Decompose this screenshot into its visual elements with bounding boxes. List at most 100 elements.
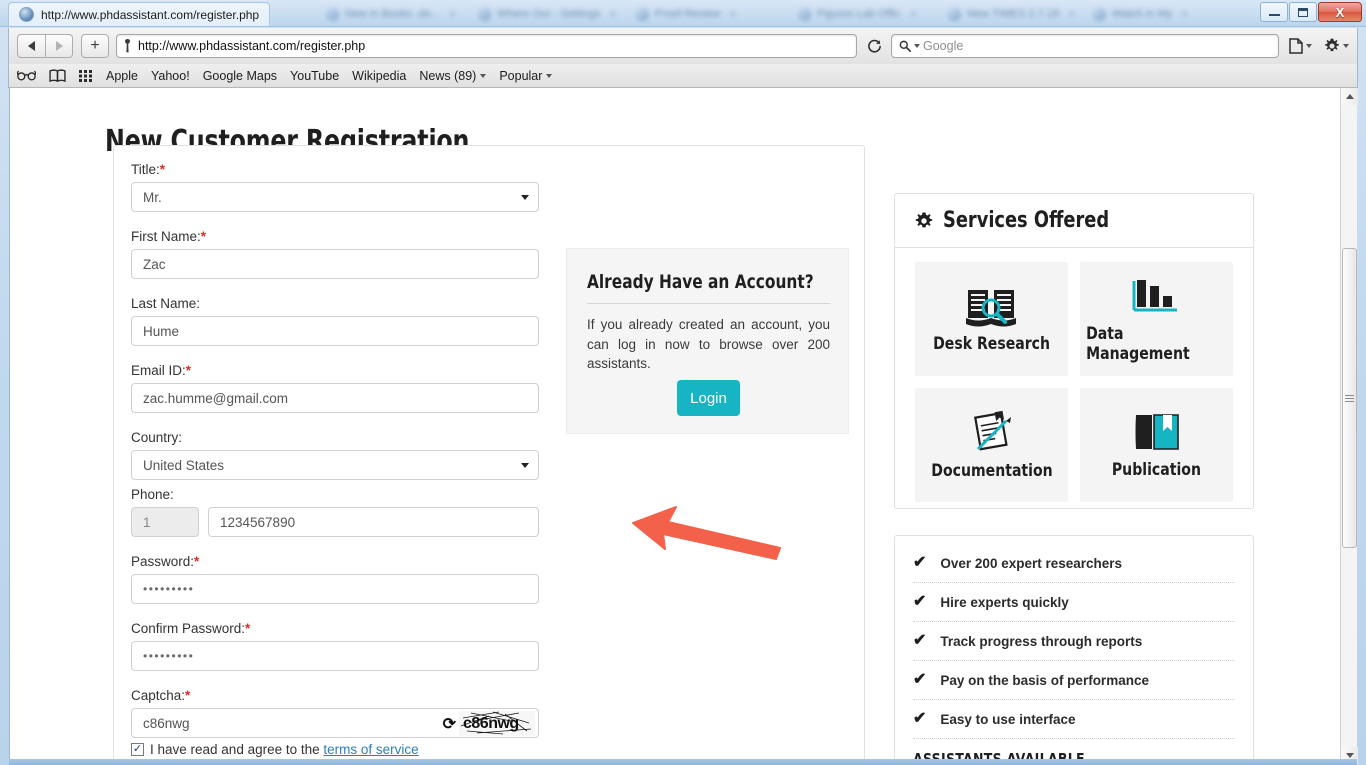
select-value: Mr. xyxy=(143,189,162,205)
input-value: ••••••••• xyxy=(143,582,195,596)
background-tab[interactable]: New in Books .do... x xyxy=(318,3,463,25)
forward-button[interactable] xyxy=(45,34,73,58)
bookmark-apple[interactable]: Apple xyxy=(106,69,138,83)
password-input[interactable]: ••••••••• xyxy=(131,574,539,604)
reader-glasses-icon[interactable] xyxy=(17,70,36,81)
close-icon[interactable]: x xyxy=(730,8,736,20)
url-text: http://www.phdassistant.com/register.php xyxy=(138,39,366,53)
tab-label: Watch in My xyxy=(1112,8,1173,20)
vertical-scrollbar[interactable] xyxy=(1340,88,1358,764)
terms-text-before: I have read and agree to the xyxy=(150,742,324,757)
settings-button[interactable] xyxy=(1324,38,1349,54)
terms-of-service-link[interactable]: terms of service xyxy=(323,742,418,757)
favicon-icon xyxy=(948,7,961,21)
input-value: 1 xyxy=(143,514,151,530)
close-icon[interactable]: x xyxy=(911,8,917,20)
chevron-down-icon xyxy=(480,73,487,78)
service-tile-desk-research[interactable]: Desk Research xyxy=(915,262,1068,376)
bookmark-label: Wikipedia xyxy=(352,68,407,83)
page-menu-button[interactable] xyxy=(1289,38,1312,54)
check-icon: ✔ xyxy=(913,593,927,610)
window-title: http://www.phdassistant.com/register.php xyxy=(41,7,260,22)
reload-button[interactable] xyxy=(862,34,886,58)
service-tile-publication[interactable]: Publication xyxy=(1080,388,1233,502)
required-marker: * xyxy=(245,621,251,636)
maximize-button[interactable] xyxy=(1289,2,1317,22)
close-icon[interactable]: x xyxy=(450,8,456,20)
captcha-text: c86nwg xyxy=(463,715,519,732)
field-label: Email ID:* xyxy=(131,363,539,378)
divider xyxy=(587,303,830,304)
annotation-arrow-icon xyxy=(632,506,781,560)
last-name-input[interactable]: Hume xyxy=(131,316,539,346)
scrollbar-thumb[interactable] xyxy=(1342,248,1357,548)
field-label: Title:* xyxy=(131,162,539,177)
confirm-password-input[interactable]: ••••••••• xyxy=(131,641,539,671)
label-text: Last Name: xyxy=(131,296,201,311)
feature-item: ✔ Hire experts quickly xyxy=(913,583,1235,622)
email-input[interactable]: zac.humme@gmail.com xyxy=(131,383,539,413)
bookmark-popular[interactable]: Popular xyxy=(499,69,553,83)
bookmark-wikipedia[interactable]: Wikipedia xyxy=(352,69,406,83)
chevron-down-icon xyxy=(546,73,553,78)
label-text: First Name: xyxy=(131,229,201,244)
chevron-down-icon[interactable] xyxy=(914,44,920,48)
field-label: First Name:* xyxy=(131,229,539,244)
active-tab[interactable]: http://www.phdassistant.com/register.php xyxy=(8,2,271,26)
refresh-captcha-icon[interactable]: ⟳ xyxy=(443,714,456,734)
scroll-up-button[interactable] xyxy=(1341,88,1358,105)
terms-checkbox[interactable]: ✓ xyxy=(131,743,144,756)
close-icon[interactable]: x xyxy=(1069,8,1075,20)
background-tab[interactable]: Where Our - Settings x xyxy=(470,3,624,25)
search-input[interactable]: Google xyxy=(891,34,1279,58)
book-magnifier-icon xyxy=(965,290,1016,327)
check-icon: ✔ xyxy=(913,710,927,727)
background-tab[interactable]: New TIMES 2.7.18 x xyxy=(940,3,1083,25)
bookmark-google-maps[interactable]: Google Maps xyxy=(203,69,277,83)
field-label: Phone: xyxy=(131,487,539,502)
check-icon: ✓ xyxy=(132,743,143,755)
required-marker: * xyxy=(194,554,200,569)
captcha-image: c86nwg xyxy=(459,711,535,736)
title-select[interactable]: Mr. xyxy=(131,182,539,212)
service-tile-documentation[interactable]: Documentation xyxy=(915,388,1068,502)
new-tab-button[interactable]: + xyxy=(81,34,109,58)
navigation-buttons xyxy=(17,34,73,58)
bookmark-youtube[interactable]: YouTube xyxy=(290,69,339,83)
background-tab[interactable]: Proof Review x xyxy=(628,3,744,25)
bookmarks-book-icon[interactable] xyxy=(49,69,66,82)
select-value: United States xyxy=(143,457,225,473)
horizontal-scroll-strip[interactable] xyxy=(9,759,1357,765)
tab-label: New in Books .do... xyxy=(345,8,440,20)
maximize-icon xyxy=(1298,7,1308,17)
country-select[interactable]: United States xyxy=(131,450,539,480)
chevron-down-icon xyxy=(1343,44,1349,48)
phone-number-input[interactable]: 1234567890 xyxy=(208,507,539,537)
bookmark-news[interactable]: News (89) xyxy=(419,69,487,83)
first-name-input[interactable]: Zac xyxy=(131,249,539,279)
tab-label: Where Our - Settings xyxy=(497,8,601,20)
back-button[interactable] xyxy=(17,34,45,58)
service-label: Publication xyxy=(1111,460,1202,480)
login-button[interactable]: Login xyxy=(677,380,740,416)
gear-icon xyxy=(915,212,933,227)
minimize-button[interactable] xyxy=(1260,2,1288,22)
background-tab[interactable]: Watch in My x xyxy=(1085,3,1196,25)
captcha-input[interactable]: c86nwg ⟳ c86nwg xyxy=(131,708,539,738)
feature-label: Over 200 expert researchers xyxy=(940,555,1123,571)
required-marker: * xyxy=(200,229,207,244)
favicon-icon xyxy=(326,7,339,21)
close-icon[interactable]: x xyxy=(1182,8,1188,20)
input-value: ••••••••• xyxy=(143,649,195,663)
bookmark-yahoo[interactable]: Yahoo! xyxy=(151,69,190,83)
phone-country-code-input[interactable]: 1 xyxy=(131,507,199,537)
top-sites-grid-icon[interactable] xyxy=(79,69,93,82)
services-panel-header: Services Offered xyxy=(895,194,1253,248)
address-bar[interactable]: http://www.phdassistant.com/register.php xyxy=(116,34,857,58)
close-button[interactable]: X xyxy=(1318,2,1362,22)
background-tab[interactable]: Figures Lab Offic x xyxy=(790,3,924,25)
service-tile-data-management[interactable]: Data Management xyxy=(1080,262,1233,376)
bookmark-label: Yahoo! xyxy=(150,68,190,83)
close-icon[interactable]: x xyxy=(610,8,616,20)
login-button-label: Login xyxy=(690,389,727,407)
